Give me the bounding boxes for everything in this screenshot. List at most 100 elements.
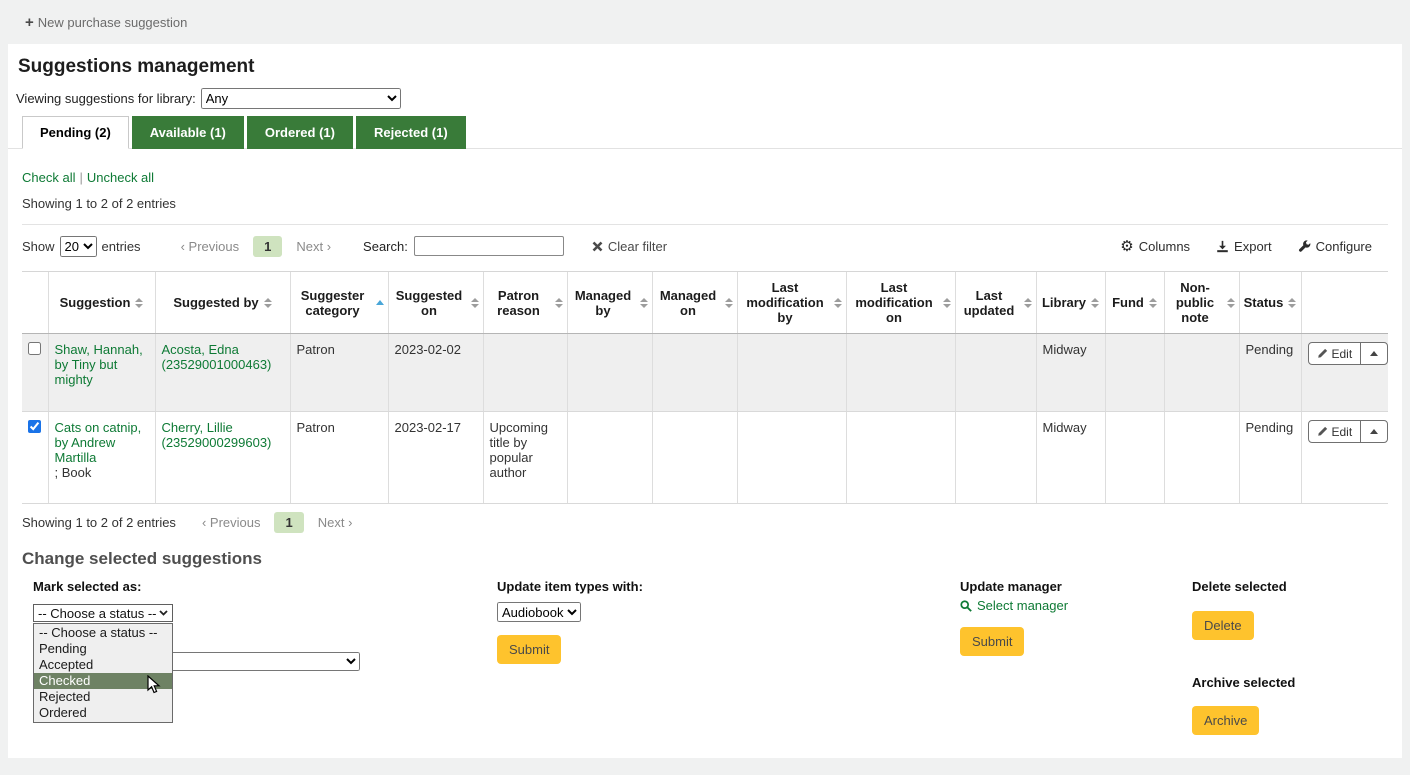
managed-by-cell <box>567 334 652 412</box>
edit-button[interactable]: Edit <box>1309 421 1361 442</box>
column-header-status[interactable]: Status <box>1239 272 1301 334</box>
last-modification-on-cell <box>846 412 955 504</box>
configure-button[interactable]: Configure <box>1298 239 1372 254</box>
pencil-icon <box>1317 348 1328 359</box>
managed-on-cell <box>652 334 737 412</box>
sort-icon <box>1149 298 1157 308</box>
status-option[interactable]: Pending <box>34 641 172 657</box>
edit-button[interactable]: Edit <box>1309 343 1361 364</box>
page-title: Suggestions management <box>8 44 1402 87</box>
page-number-button[interactable]: 1 <box>253 236 282 257</box>
column-header-fund[interactable]: Fund <box>1105 272 1164 334</box>
previous-button[interactable]: ‹ Previous <box>181 239 240 254</box>
archive-button[interactable]: Archive <box>1192 706 1259 735</box>
sort-icon <box>264 298 272 308</box>
column-header-last-modification-by[interactable]: Last modification by <box>737 272 846 334</box>
separator: | <box>79 170 82 185</box>
page-length-select[interactable]: 20 <box>60 236 97 257</box>
tab-content: Check all | Uncheck all Showing 1 to 2 of … <box>8 170 1402 767</box>
next-button[interactable]: Next › <box>296 239 331 254</box>
column-header-managed-by[interactable]: Managed by <box>567 272 652 334</box>
row-checkbox[interactable] <box>28 420 41 433</box>
column-header-suggester-category[interactable]: Suggester category <box>290 272 388 334</box>
item-type-select[interactable]: Audiobook <box>497 602 581 622</box>
column-header-suggested-by[interactable]: Suggested by <box>155 272 290 334</box>
suggestion-link[interactable]: Shaw, Hannah, by Tiny but mighty <box>55 342 143 387</box>
sort-asc-icon <box>376 300 384 305</box>
table-tools: ⚙ Columns Export Configure <box>1120 239 1372 254</box>
checkbox-column-header <box>22 272 48 334</box>
column-header-patron-reason[interactable]: Patron reason <box>483 272 567 334</box>
divider <box>22 224 1388 225</box>
edit-dropdown-toggle[interactable] <box>1360 343 1387 364</box>
show-label: Show <box>22 239 55 254</box>
table-row: Shaw, Hannah, by Tiny but mighty Acosta,… <box>22 334 1388 412</box>
column-header-suggested-on[interactable]: Suggested on <box>388 272 483 334</box>
suggestion-link[interactable]: Cats on catnip, by Andrew Martilla <box>55 420 142 465</box>
edit-dropdown-toggle[interactable] <box>1360 421 1387 442</box>
sort-icon <box>1091 298 1099 308</box>
sort-icon <box>725 298 733 308</box>
library-select[interactable]: Any <box>201 88 401 109</box>
next-button[interactable]: Next › <box>318 515 353 530</box>
non-public-note-cell <box>1164 334 1239 412</box>
column-header-library[interactable]: Library <box>1036 272 1105 334</box>
column-header-suggestion[interactable]: Suggestion <box>48 272 155 334</box>
column-header-last-modification-on[interactable]: Last modification on <box>846 272 955 334</box>
mark-selected-column: Mark selected as: -- Choose a status -- … <box>33 569 413 767</box>
page-number-button[interactable]: 1 <box>274 512 303 533</box>
wrench-icon <box>1298 240 1311 253</box>
suggestion-itemtype: ; Book <box>55 465 149 480</box>
delete-selected-label: Delete selected <box>1192 579 1287 594</box>
tab-pending[interactable]: Pending (2) <box>22 116 129 149</box>
library-filter-row: Viewing suggestions for library: Any <box>8 87 1402 109</box>
new-purchase-suggestion-link[interactable]: +New purchase suggestion <box>25 15 187 30</box>
last-updated-cell <box>955 412 1036 504</box>
delete-button[interactable]: Delete <box>1192 611 1254 640</box>
tab-ordered[interactable]: Ordered (1) <box>247 116 353 149</box>
chevron-right-icon: › <box>348 515 352 530</box>
check-all-link[interactable]: Check all <box>22 170 75 185</box>
column-header-managed-on[interactable]: Managed on <box>652 272 737 334</box>
row-checkbox[interactable] <box>28 342 41 355</box>
uncheck-all-link[interactable]: Uncheck all <box>87 170 154 185</box>
search-icon <box>960 600 972 612</box>
chevron-right-icon: › <box>327 239 331 254</box>
columns-button[interactable]: ⚙ Columns <box>1120 239 1190 254</box>
patron-reason-cell: Upcoming title by popular author <box>483 412 567 504</box>
library-cell: Midway <box>1036 334 1105 412</box>
item-types-submit-button[interactable]: Submit <box>497 635 561 664</box>
column-header-non-public-note[interactable]: Non-public note <box>1164 272 1239 334</box>
update-manager-submit-button[interactable]: Submit <box>960 627 1024 656</box>
suggestions-table: Suggestion Suggested by Suggester catego… <box>22 271 1388 504</box>
clear-filter-button[interactable]: Clear filter <box>592 239 667 254</box>
fund-cell <box>1105 334 1164 412</box>
suggested-by-link[interactable]: Acosta, Edna (23529001000463) <box>162 342 272 372</box>
managed-by-cell <box>567 412 652 504</box>
patron-reason-cell <box>483 334 567 412</box>
sort-icon <box>1024 298 1032 308</box>
select-manager-link[interactable]: Select manager <box>960 598 1068 613</box>
last-modification-by-cell <box>737 334 846 412</box>
showing-entries-top: Showing 1 to 2 of 2 entries <box>22 196 1388 211</box>
pencil-icon <box>1317 426 1328 437</box>
tab-available[interactable]: Available (1) <box>132 116 244 149</box>
main-content: Suggestions management Viewing suggestio… <box>8 44 1402 758</box>
status-select[interactable]: -- Choose a status -- <box>33 604 173 622</box>
sort-icon <box>1288 298 1296 308</box>
caret-up-icon <box>1370 351 1378 356</box>
export-button[interactable]: Export <box>1216 239 1272 254</box>
delete-archive-column: Delete selected Delete Archive selected … <box>1192 569 1392 759</box>
download-icon <box>1216 240 1229 253</box>
chevron-left-icon: ‹ <box>181 239 185 254</box>
column-header-last-updated[interactable]: Last updated <box>955 272 1036 334</box>
status-option[interactable]: Ordered <box>34 705 172 721</box>
search-area: Search: <box>363 236 564 256</box>
status-option[interactable]: Accepted <box>34 657 172 673</box>
suggested-by-link[interactable]: Cherry, Lillie (23529000299603) <box>162 420 272 450</box>
suggester-category-cell: Patron <box>290 334 388 412</box>
status-option[interactable]: -- Choose a status -- <box>34 625 172 641</box>
tab-rejected[interactable]: Rejected (1) <box>356 116 466 149</box>
previous-button[interactable]: ‹ Previous <box>202 515 261 530</box>
search-input[interactable] <box>414 236 564 256</box>
